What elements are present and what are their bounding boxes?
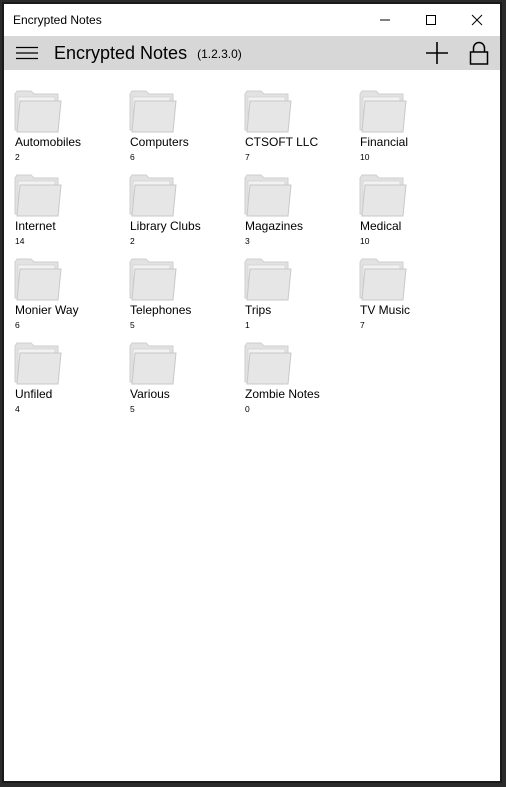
maximize-button[interactable] (408, 4, 454, 36)
folder-item[interactable]: Magazines 3 (242, 172, 357, 256)
folder-name: Medical (360, 219, 402, 233)
folder-name: CTSOFT LLC (245, 135, 319, 149)
folder-icon (129, 340, 177, 386)
folder-item[interactable]: TV Music 7 (357, 256, 472, 340)
folder-icon (244, 340, 292, 386)
folder-icon (244, 256, 292, 302)
folder-icon (359, 172, 407, 218)
folder-item[interactable]: Trips 1 (242, 256, 357, 340)
folder-count: 1 (245, 320, 250, 330)
folder-item[interactable]: Zombie Notes 0 (242, 340, 357, 424)
folder-icon (359, 88, 407, 134)
folder-name: Financial (360, 135, 409, 149)
window-title: Encrypted Notes (13, 13, 102, 27)
folder-count: 4 (15, 404, 20, 414)
folder-count: 10 (360, 152, 370, 162)
folder-name: Computers (130, 135, 189, 149)
folder-grid: Automobiles 2 Computers 6 CTSOFT LLC 7 Financi… (12, 88, 482, 424)
minimize-icon (380, 19, 390, 21)
folder-icon (14, 172, 62, 218)
folder-item[interactable]: Internet 14 (12, 172, 127, 256)
folder-item[interactable]: Medical 10 (357, 172, 472, 256)
folder-item[interactable]: Automobiles 2 (12, 88, 127, 172)
folder-count: 7 (360, 320, 365, 330)
folder-name: Unfiled (15, 387, 53, 401)
folder-count: 2 (130, 236, 135, 246)
folder-item[interactable]: Various 5 (127, 340, 242, 424)
folder-count: 6 (15, 320, 20, 330)
folder-count: 2 (15, 152, 20, 162)
folder-icon (244, 172, 292, 218)
folder-name: Various (130, 387, 170, 401)
app-version: (1.2.3.0) (197, 47, 242, 61)
folder-item[interactable]: Telephones 5 (127, 256, 242, 340)
folder-icon (244, 88, 292, 134)
add-button[interactable] (416, 36, 458, 70)
lock-icon (469, 41, 489, 65)
folder-name: Internet (15, 219, 56, 233)
folder-item[interactable]: Library Clubs 2 (127, 172, 242, 256)
folder-count: 5 (130, 320, 135, 330)
folder-count: 3 (245, 236, 250, 246)
folder-name: Magazines (245, 219, 304, 233)
app-window: Encrypted Notes Encrypted Notes (1.2.3.0… (2, 2, 502, 783)
folder-name: Telephones (130, 303, 192, 317)
close-icon (471, 14, 483, 26)
folder-icon (129, 88, 177, 134)
folder-icon (129, 172, 177, 218)
folder-item[interactable]: Financial 10 (357, 88, 472, 172)
folder-count: 7 (245, 152, 250, 162)
folder-item[interactable]: CTSOFT LLC 7 (242, 88, 357, 172)
folder-icon (129, 256, 177, 302)
menu-button[interactable] (4, 36, 50, 70)
title-bar[interactable]: Encrypted Notes (4, 4, 500, 36)
app-bar: Encrypted Notes (1.2.3.0) (4, 36, 500, 70)
folder-item[interactable]: Unfiled 4 (12, 340, 127, 424)
folder-name: Zombie Notes (245, 387, 320, 401)
folder-count: 5 (130, 404, 135, 414)
folder-count: 6 (130, 152, 135, 162)
folder-count: 14 (15, 236, 25, 246)
folder-icon (14, 256, 62, 302)
folder-count: 10 (360, 236, 370, 246)
folder-item[interactable]: Computers 6 (127, 88, 242, 172)
folder-name: Automobiles (15, 135, 82, 149)
folder-name: Library Clubs (130, 219, 201, 233)
folder-icon (14, 88, 62, 134)
hamburger-icon (16, 46, 38, 60)
app-title: Encrypted Notes (54, 42, 188, 63)
folder-count: 0 (245, 404, 250, 414)
plus-icon (426, 42, 448, 64)
folder-name: TV Music (360, 303, 411, 317)
folder-item[interactable]: Monier Way 6 (12, 256, 127, 340)
minimize-button[interactable] (362, 4, 408, 36)
folder-icon (14, 340, 62, 386)
maximize-icon (426, 15, 436, 25)
folder-name: Trips (245, 303, 272, 317)
folder-name: Monier Way (15, 303, 79, 317)
close-button[interactable] (454, 4, 500, 36)
folder-icon (359, 256, 407, 302)
lock-button[interactable] (458, 36, 500, 70)
